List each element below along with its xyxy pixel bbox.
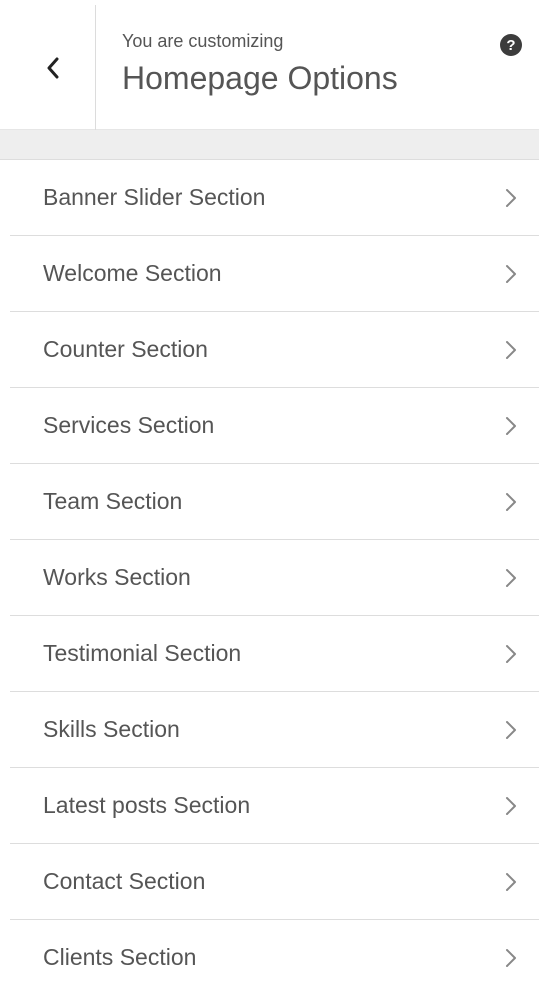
section-item-label: Welcome Section <box>43 260 222 286</box>
section-item-label: Contact Section <box>43 868 206 894</box>
panel-header: You are customizing Homepage Options ? <box>0 0 539 130</box>
back-button[interactable] <box>10 5 96 130</box>
section-item-label: Team Section <box>43 488 183 514</box>
section-item-banner-slider[interactable]: Banner Slider Section <box>10 160 539 236</box>
section-item-label: Services Section <box>43 412 215 438</box>
section-list: Banner Slider Section Welcome Section Co… <box>10 160 539 984</box>
chevron-right-icon <box>506 644 516 663</box>
chevron-right-icon <box>506 416 516 435</box>
section-item-welcome[interactable]: Welcome Section <box>10 236 539 312</box>
section-item-label: Skills Section <box>43 716 180 742</box>
section-item-latest-posts[interactable]: Latest posts Section <box>10 768 539 844</box>
header-text: You are customizing Homepage Options <box>122 30 398 98</box>
chevron-left-icon <box>47 57 58 78</box>
section-item-services[interactable]: Services Section <box>10 388 539 464</box>
customizing-label: You are customizing <box>122 31 284 51</box>
section-item-label: Testimonial Section <box>43 640 242 666</box>
chevron-right-icon <box>506 948 516 967</box>
chevron-right-icon <box>506 796 516 815</box>
section-item-label: Counter Section <box>43 336 208 362</box>
help-icon[interactable]: ? <box>500 34 522 56</box>
section-item-label: Latest posts Section <box>43 792 251 818</box>
chevron-right-icon <box>506 720 516 739</box>
section-item-label: Works Section <box>43 564 191 590</box>
header-divider-strip <box>0 130 539 160</box>
chevron-right-icon <box>506 568 516 587</box>
section-item-team[interactable]: Team Section <box>10 464 539 540</box>
section-item-clients[interactable]: Clients Section <box>10 920 539 984</box>
panel-title: Homepage Options <box>122 60 398 96</box>
chevron-right-icon <box>506 188 516 207</box>
chevron-right-icon <box>506 492 516 511</box>
section-item-counter[interactable]: Counter Section <box>10 312 539 388</box>
chevron-right-icon <box>506 340 516 359</box>
section-item-skills[interactable]: Skills Section <box>10 692 539 768</box>
section-item-label: Clients Section <box>43 944 197 970</box>
chevron-right-icon <box>506 872 516 891</box>
section-item-label: Banner Slider Section <box>43 184 266 210</box>
section-item-testimonial[interactable]: Testimonial Section <box>10 616 539 692</box>
section-item-works[interactable]: Works Section <box>10 540 539 616</box>
chevron-right-icon <box>506 264 516 283</box>
customizer-panel: You are customizing Homepage Options ? B… <box>0 0 539 984</box>
section-item-contact[interactable]: Contact Section <box>10 844 539 920</box>
